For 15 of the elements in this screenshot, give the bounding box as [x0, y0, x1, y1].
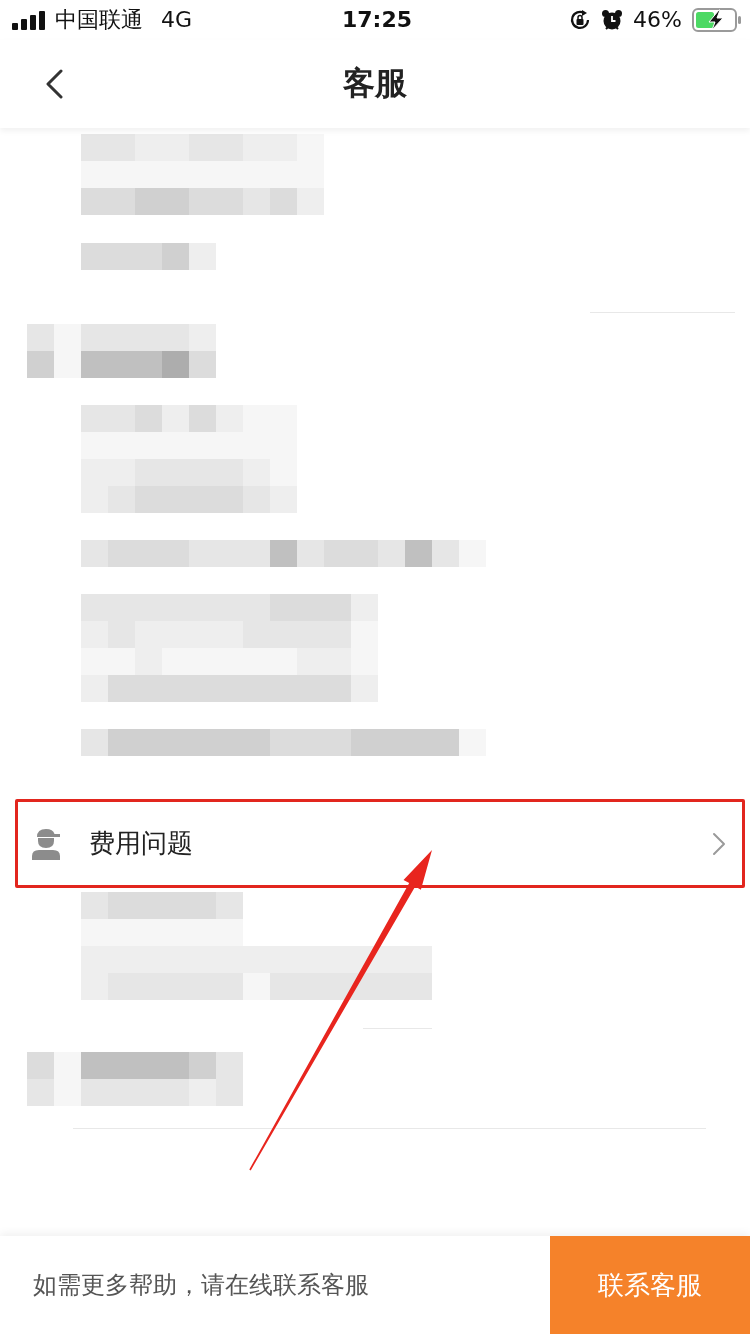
status-time: 17:25 — [342, 7, 412, 33]
battery-percent: 46% — [633, 7, 682, 33]
help-topic-label: 费用问题 — [89, 827, 194, 860]
back-chevron-icon — [45, 69, 63, 99]
help-hint-text: 如需更多帮助，请在线联系客服 — [33, 1270, 369, 1301]
page-title: 客服 — [343, 63, 407, 104]
battery-charging-icon — [692, 8, 742, 32]
rotation-lock-icon — [569, 9, 592, 31]
network-type: 4G — [161, 7, 193, 33]
chevron-right-icon — [712, 831, 726, 856]
back-button[interactable] — [44, 68, 64, 100]
alarm-clock-icon — [601, 9, 624, 31]
person-cap-icon — [31, 827, 61, 860]
signal-icon — [12, 10, 47, 30]
carrier-name: 中国联通 — [55, 7, 143, 33]
